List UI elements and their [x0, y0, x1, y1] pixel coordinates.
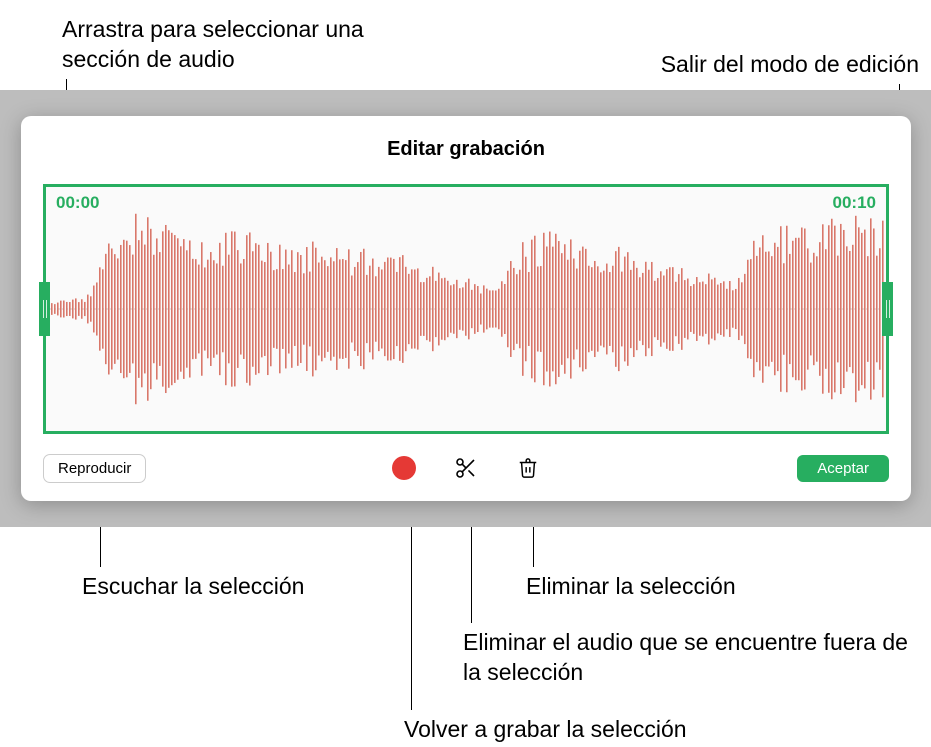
delete-button[interactable] [515, 455, 541, 481]
trash-icon [517, 456, 539, 480]
waveform-display [46, 187, 886, 431]
callout-exit-edit: Salir del modo de edición [661, 50, 919, 80]
scissors-icon [454, 456, 478, 480]
trim-button[interactable] [453, 455, 479, 481]
controls-row: Reproducir [43, 452, 889, 484]
callout-drag-section: Arrastra para seleccionar una sección de… [62, 15, 402, 75]
play-button[interactable]: Reproducir [43, 454, 146, 483]
selection-handle-right[interactable] [882, 282, 893, 336]
callout-rerecord: Volver a grabar la selección [404, 715, 687, 745]
waveform-selection-frame[interactable]: 00:00 00:10 [43, 184, 889, 434]
callout-delete-selection: Eliminar la selección [526, 572, 736, 602]
center-icon-group [391, 455, 541, 481]
panel-title: Editar grabación [21, 138, 911, 161]
selection-handle-left[interactable] [39, 282, 50, 336]
callout-listen-selection: Escuchar la selección [82, 572, 304, 602]
callout-trim-outside: Eliminar el audio que se encuentre fuera… [463, 628, 931, 688]
record-icon [392, 456, 416, 480]
record-button[interactable] [391, 455, 417, 481]
edit-recording-panel: Editar grabación 00:00 00:10 Reproducir [21, 116, 911, 501]
accept-button[interactable]: Aceptar [797, 455, 889, 482]
